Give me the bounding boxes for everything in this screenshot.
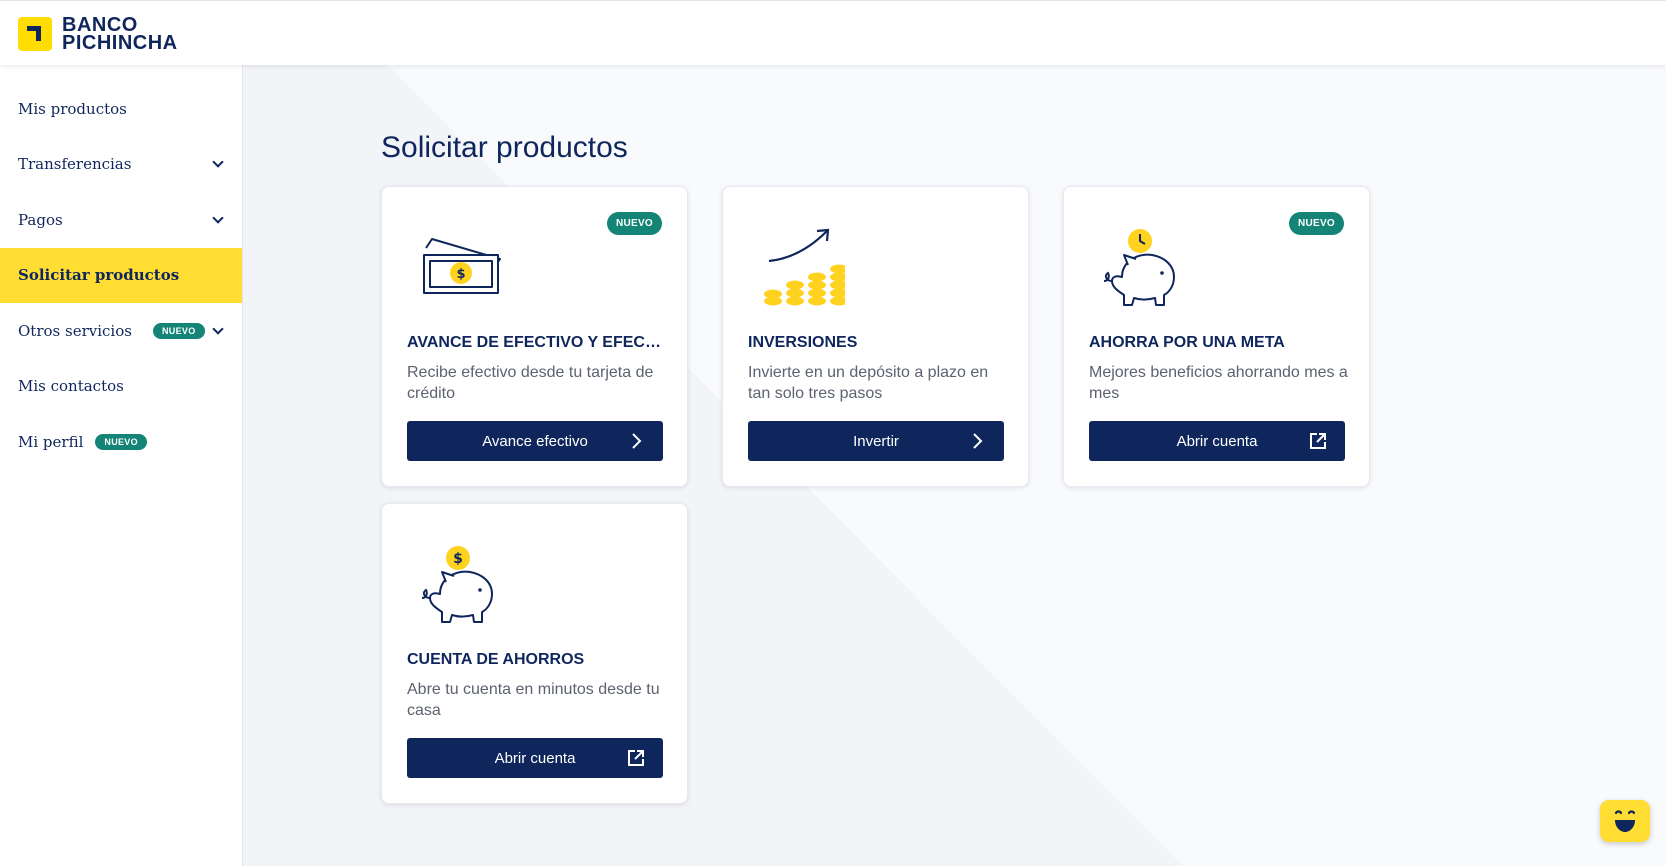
logo-text: BANCO PICHINCHA [62, 15, 178, 54]
piggy-bank-coin-icon: $ [421, 546, 493, 623]
button-label: Invertir [853, 432, 899, 450]
chevron-right-icon [632, 433, 642, 449]
sidebar-item-otros-servicios[interactable]: Otros servicios NUEVO [0, 303, 242, 359]
external-link-icon [628, 750, 644, 766]
external-link-icon [1310, 433, 1326, 449]
button-label: Avance efectivo [482, 432, 588, 450]
chatbot-face-icon [1614, 810, 1636, 832]
button-label: Abrir cuenta [494, 749, 576, 767]
sidebar-item-pagos[interactable]: Pagos [0, 192, 242, 248]
sidebar-item-label: Otros servicios [18, 321, 132, 340]
chevron-down-icon [212, 212, 224, 224]
sidebar-item-transferencias[interactable]: Transferencias [0, 137, 242, 193]
top-header: BANCO PICHINCHA [0, 0, 1666, 65]
sidebar-item-label: Pagos [18, 210, 63, 229]
invertir-button[interactable]: Invertir [748, 421, 1004, 461]
svg-text:$: $ [456, 267, 465, 282]
chevron-down-icon [212, 323, 224, 335]
card-title: CUENTA DE AHORROS [407, 651, 585, 668]
product-card-avance-efectivo: NUEVO $ AVANCE DE EFECTIVO Y EFECTIVO Re… [381, 186, 688, 487]
product-card-ahorra-meta: NUEVO AHORRA POR UNA META Mejores benefi… [1063, 186, 1370, 487]
card-description: Recibe efectivo desde tu tarjeta de créd… [407, 364, 654, 402]
coins-growth-icon [764, 228, 845, 306]
button-label: Abrir cuenta [1176, 432, 1258, 450]
sidebar-item-label: Transferencias [18, 155, 132, 174]
abrir-cuenta-meta-button[interactable]: Abrir cuenta [1089, 421, 1345, 461]
card-description: Abre tu cuenta en minutos desde tu casa [407, 681, 660, 719]
abrir-cuenta-ahorros-button[interactable]: Abrir cuenta [407, 738, 663, 778]
chevron-right-icon [973, 433, 983, 449]
card-title: INVERSIONES [748, 334, 858, 351]
chevron-down-icon [212, 156, 224, 168]
chatbot-button[interactable] [1600, 800, 1650, 842]
new-badge: NUEVO [606, 212, 662, 235]
piggy-bank-clock-icon [1103, 229, 1175, 306]
sidebar-item-label: Mis productos [18, 99, 127, 118]
svg-text:$: $ [453, 551, 463, 567]
avance-efectivo-button[interactable]: Avance efectivo [407, 421, 663, 461]
main-content: Solicitar productos NUEVO $ AVANCE DE EF… [243, 65, 1666, 866]
card-title: AVANCE DE EFECTIVO Y EFECTIVO [407, 334, 667, 351]
sidebar-item-label: Mis contactos [18, 377, 124, 396]
logo-mark-icon [18, 17, 52, 51]
page-title: Solicitar productos [381, 131, 628, 164]
logo-line-2: PICHINCHA [62, 32, 178, 54]
product-card-inversiones: INVERSIONES Invierte en un depósito a pl… [722, 186, 1029, 487]
brand-logo[interactable]: BANCO PICHINCHA [18, 15, 178, 54]
sidebar-nav: Mis productos Transferencias Pagos Solic… [0, 65, 243, 866]
product-card-cuenta-ahorros: $ CUENTA DE AHORROS Abre tu cuenta en mi… [381, 503, 688, 804]
sidebar-item-solicitar-productos[interactable]: Solicitar productos [0, 247, 242, 303]
sidebar-item-mi-perfil[interactable]: Mi perfil NUEVO [0, 414, 242, 470]
new-badge: NUEVO [153, 322, 205, 339]
cash-bills-icon: $ [423, 238, 501, 294]
card-description: Invierte en un depósito a plazo en tan s… [748, 364, 989, 402]
sidebar-item-label: Mi perfil [18, 432, 84, 451]
new-badge: NUEVO [95, 433, 147, 450]
sidebar-item-mis-contactos[interactable]: Mis contactos [0, 359, 242, 415]
new-badge: NUEVO [1288, 212, 1344, 235]
sidebar-item-mis-productos[interactable]: Mis productos [0, 81, 242, 137]
sidebar-item-label: Solicitar productos [18, 266, 180, 285]
card-description: Mejores beneficios ahorrando mes a mes [1089, 364, 1348, 402]
card-title: AHORRA POR UNA META [1089, 334, 1285, 351]
